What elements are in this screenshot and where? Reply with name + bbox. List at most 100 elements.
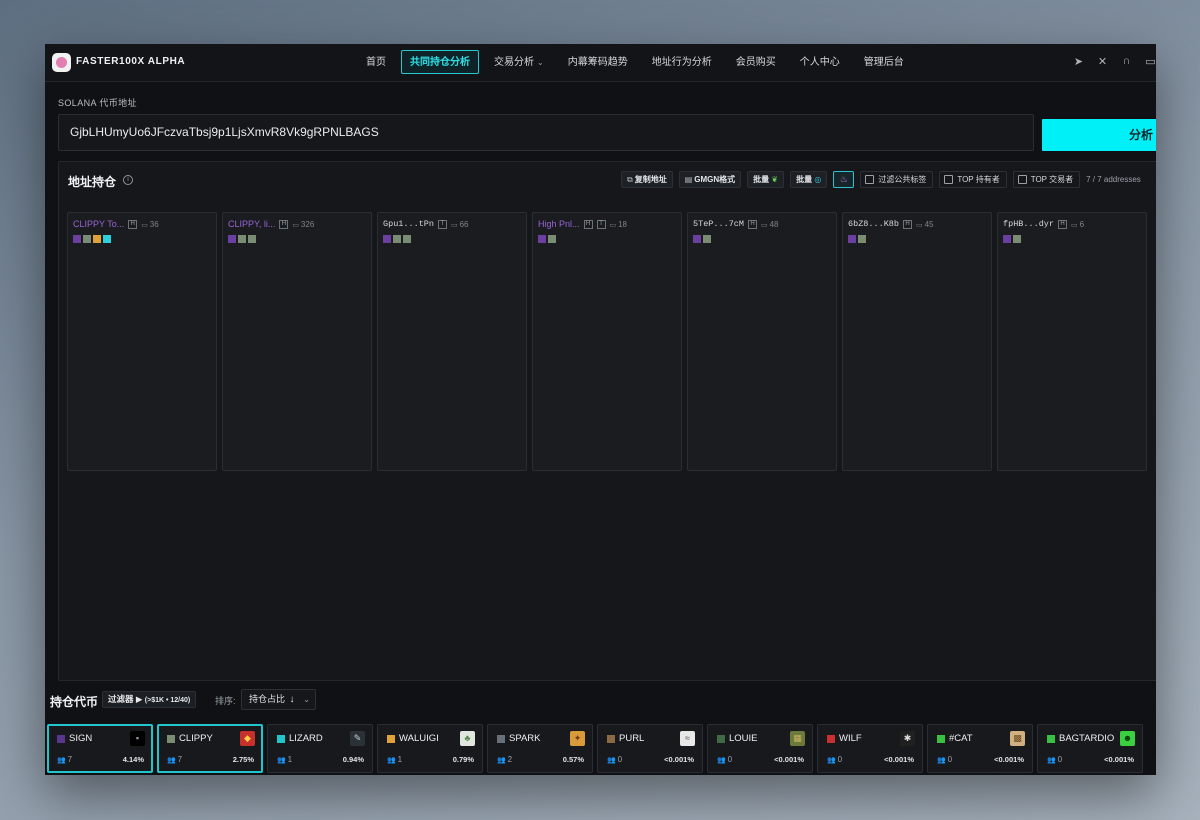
token-color-swatch[interactable] (548, 235, 556, 243)
sort-label: 排序: (215, 696, 236, 706)
top-holders-checkbox[interactable]: TOP 持有者 (939, 171, 1007, 188)
address-column-header: 5TeP...7cM H48 (693, 219, 778, 229)
token-address-input[interactable]: GjbLHUmyUo6JFczvaTbsj9p1LjsXmvR8Vk9gRPNL… (58, 114, 1034, 151)
token-color-swatch[interactable] (1003, 235, 1011, 243)
token-color-swatch[interactable] (703, 235, 711, 243)
users-icon: 👥 (937, 757, 948, 764)
nav-item[interactable]: 管理后台 (855, 50, 913, 74)
token-card[interactable]: SPARK ✦ 👥 2 0.57% (487, 724, 593, 773)
token-color-swatch[interactable] (693, 235, 701, 243)
token-color-swatch (1047, 735, 1055, 743)
token-color-swatch[interactable] (73, 235, 81, 243)
token-filter-button[interactable]: 过滤器 ▶ (>$1K • 12/40) (102, 691, 197, 708)
copy-address-button[interactable]: ⧉ 复制地址 (621, 171, 673, 188)
token-holding-percent: 0.57% (562, 755, 584, 764)
brand-name[interactable]: FASTER100X ALPHA (76, 56, 185, 67)
token-logo-icon: ☻ (1120, 731, 1135, 746)
token-color-swatch[interactable] (383, 235, 391, 243)
token-card[interactable]: SIGN ▪ 👥 7 4.14% (47, 724, 153, 773)
token-holder-count: 👥 7 (57, 755, 72, 764)
address-column[interactable]: 6bZ8...K8b H45 (842, 212, 992, 471)
brand-logo-icon[interactable] (52, 53, 71, 72)
chat-icon[interactable]: ▭ (1145, 55, 1156, 68)
token-color-swatch[interactable] (248, 235, 256, 243)
address-name[interactable]: Gpu1...tPn (383, 219, 434, 229)
holder-tag-badge: T (438, 219, 448, 229)
holder-count-value: 7 (67, 755, 73, 764)
gmgn-format-button[interactable]: ▤ GMGN格式 (678, 171, 742, 188)
flame-icon: ♨ (839, 174, 848, 184)
users-icon: 👥 (717, 757, 728, 764)
headset-icon[interactable]: ∩ (1121, 55, 1132, 68)
address-name[interactable]: CLIPPY, li... (228, 219, 275, 229)
token-color-swatch[interactable] (228, 235, 236, 243)
address-name[interactable]: CLIPPY To... (73, 219, 124, 229)
nav-item[interactable]: 会员购买 (727, 50, 785, 74)
token-color-swatch[interactable] (393, 235, 401, 243)
nav-item[interactable]: 首页 (357, 50, 395, 74)
token-color-swatch[interactable] (238, 235, 246, 243)
address-column[interactable]: CLIPPY To... H36 (67, 212, 217, 471)
token-logo-icon: ▩ (1010, 731, 1025, 746)
token-card[interactable]: LOUIE ▦ 👥 0 <0.001% (707, 724, 813, 773)
token-color-swatch[interactable] (403, 235, 411, 243)
batch-bullx-button[interactable]: 批量 ◎ (790, 171, 828, 188)
holder-count-value: 0 (1057, 755, 1063, 764)
analyze-button[interactable]: 分析 (1042, 119, 1156, 151)
token-card[interactable]: #CAT ▩ 👥 0 <0.001% (927, 724, 1033, 773)
token-card[interactable]: PURL ≈ 👥 0 <0.001% (597, 724, 703, 773)
flame-filter-toggle[interactable]: ♨ (833, 171, 855, 188)
filter-public-tags-checkbox[interactable]: 过滤公共标签 (860, 171, 934, 188)
nav-item[interactable]: 内幕筹码趋势 (559, 50, 637, 74)
x-icon[interactable]: ✕ (1097, 55, 1108, 68)
token-count: 45 (916, 220, 934, 229)
token-swatches (693, 235, 711, 243)
users-icon: 👥 (827, 757, 838, 764)
token-color-swatch[interactable] (93, 235, 101, 243)
token-name: WILF (839, 733, 862, 744)
nav-item-label: 管理后台 (863, 57, 904, 68)
address-column[interactable]: fpHB...dyr H6 (997, 212, 1147, 471)
address-column-header: High Pnl...HT 18 (538, 219, 627, 229)
token-color-swatch[interactable] (858, 235, 866, 243)
batch-gmgn-button[interactable]: 批量 ❦ (747, 171, 785, 188)
address-label: SOLANA 代币地址 (58, 98, 137, 108)
nav-item-label: 首页 (366, 57, 386, 68)
token-color-swatch[interactable] (83, 235, 91, 243)
address-name[interactable]: 5TeP...7cM (693, 219, 744, 229)
token-color-swatch[interactable] (103, 235, 111, 243)
address-name[interactable]: 6bZ8...K8b (848, 219, 899, 229)
holder-count-value: 0 (727, 755, 733, 764)
holder-tag-badge: H (128, 219, 138, 229)
users-icon: 👥 (57, 757, 68, 764)
app-window: FASTER100X ALPHA 首页 共同持仓分析 交易分析 ⌄ 内幕筹码趋势 地址行为… (45, 44, 1156, 775)
token-card[interactable]: WILF ✱ 👥 0 <0.001% (817, 724, 923, 773)
address-column[interactable]: High Pnl...HT 18 (532, 212, 682, 471)
token-color-swatch[interactable] (848, 235, 856, 243)
token-name: BAGTARDIO (1059, 733, 1115, 744)
sort-select[interactable]: 持仓占比 ↓ ⌄ (241, 689, 316, 710)
address-column[interactable]: 5TeP...7cM H48 (687, 212, 837, 471)
token-card[interactable]: CLIPPY ◆ 👥 7 2.75% (157, 724, 263, 773)
address-name[interactable]: High Pnl... (538, 219, 580, 229)
token-card[interactable]: BAGTARDIO ☻ 👥 0 <0.001% (1037, 724, 1143, 773)
nav-item[interactable]: 个人中心 (791, 50, 849, 74)
holder-count-value: 0 (617, 755, 623, 764)
nav-item[interactable]: 交易分析 ⌄ (485, 50, 553, 74)
address-column[interactable]: CLIPPY, li... H326 (222, 212, 372, 471)
token-holding-percent: <0.001% (774, 755, 804, 764)
token-card[interactable]: LIZARD ✎ 👥 1 0.94% (267, 724, 373, 773)
token-swatches (538, 235, 556, 243)
token-color-swatch[interactable] (1013, 235, 1021, 243)
top-traders-checkbox[interactable]: TOP 交易者 (1012, 171, 1081, 188)
address-column[interactable]: Gpu1...tPn T66 (377, 212, 527, 471)
token-logo-icon: ◆ (240, 731, 255, 746)
address-name[interactable]: fpHB...dyr (1003, 219, 1054, 229)
info-icon[interactable]: i (123, 175, 133, 185)
nav-item[interactable]: 共同持仓分析 (401, 50, 479, 74)
token-card[interactable]: WALUIGI ♣ 👥 1 0.79% (377, 724, 483, 773)
token-color-swatch[interactable] (538, 235, 546, 243)
nav-item[interactable]: 地址行为分析 (643, 50, 721, 74)
address-column-header: Gpu1...tPn T66 (383, 219, 468, 229)
telegram-icon[interactable]: ➤ (1073, 55, 1084, 68)
